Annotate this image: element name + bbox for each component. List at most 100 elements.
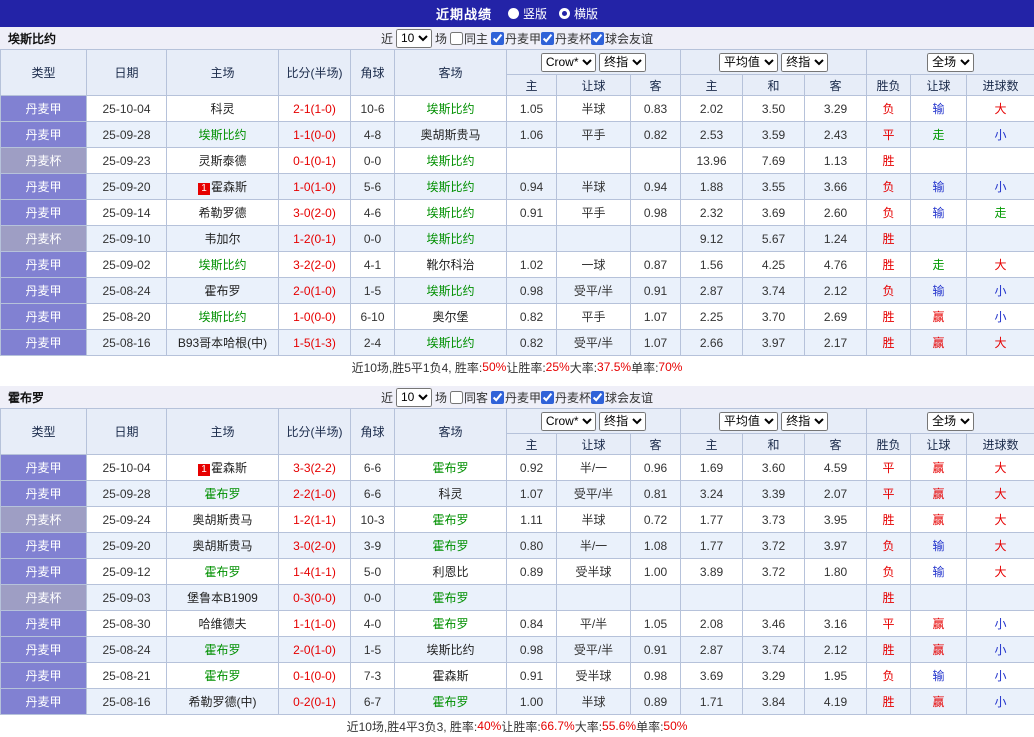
league-checkbox[interactable]: 球会友谊	[591, 30, 653, 47]
team-link[interactable]: 霍布罗	[204, 487, 240, 501]
same-side-checkbox[interactable]: 同客	[450, 389, 488, 406]
team-link[interactable]: 埃斯比约	[198, 258, 246, 272]
same-side-checkbox-input[interactable]	[450, 391, 463, 404]
team-link[interactable]: 埃斯比约	[198, 310, 246, 324]
team-link[interactable]: 埃斯比约	[426, 180, 474, 194]
odds-stage-select[interactable]: 终指	[599, 412, 646, 431]
team-link[interactable]: 希勒罗德	[198, 206, 246, 220]
col-corner: 角球	[351, 50, 395, 96]
home-team-cell: 埃斯比约	[167, 252, 279, 278]
team-link[interactable]: 霍森斯	[211, 461, 247, 475]
league-checkbox[interactable]: 丹麦杯	[541, 389, 591, 406]
team-link[interactable]: 利恩比	[432, 565, 468, 579]
odds-away-cell: 1.07	[631, 330, 681, 356]
team-link[interactable]: 霍布罗	[432, 591, 468, 605]
match-date: 25-08-24	[87, 637, 167, 663]
layout-radio-horizontal[interactable]: 横版	[559, 5, 598, 22]
avg-select[interactable]: 平均值	[719, 53, 778, 72]
team-link[interactable]: 靴尔科治	[426, 258, 474, 272]
handicap-result-cell: 赢	[911, 689, 967, 715]
result-cell: 负	[867, 533, 911, 559]
team-link[interactable]: 埃斯比约	[426, 284, 474, 298]
layout-radio-vertical[interactable]: 竖版	[508, 5, 547, 22]
league-checkbox-input[interactable]	[591, 32, 604, 45]
team-link[interactable]: 霍布罗	[432, 513, 468, 527]
team-link[interactable]: 霍森斯	[432, 669, 468, 683]
team-link[interactable]: B93哥本哈根(中)	[178, 336, 267, 350]
league-checkbox[interactable]: 球会友谊	[591, 389, 653, 406]
team-link[interactable]: 奥胡斯贵马	[192, 513, 252, 527]
league-checkbox-input[interactable]	[541, 32, 554, 45]
summary-line: 近10场,胜5平1负4, 胜率:50% 让胜率:25% 大率:37.5% 单率:…	[0, 356, 1034, 378]
team-link[interactable]: 霍布罗	[432, 695, 468, 709]
team-link[interactable]: 霍布罗	[432, 461, 468, 475]
summary-value: 55.6%	[602, 719, 636, 733]
result-cell: 胜	[867, 304, 911, 330]
odds-home-cell: 0.94	[507, 174, 557, 200]
avg-stage-select[interactable]: 终指	[781, 412, 828, 431]
match-date: 25-08-16	[87, 689, 167, 715]
scope-select[interactable]: 全场	[927, 53, 974, 72]
league-checkbox[interactable]: 丹麦杯	[541, 30, 591, 47]
team-link[interactable]: 科灵	[438, 487, 462, 501]
league-checkbox-input[interactable]	[491, 32, 504, 45]
bookmaker-select[interactable]: Crow*	[541, 412, 596, 431]
col-score: 比分(半场)	[279, 50, 351, 96]
bookmaker-select[interactable]: Crow*	[541, 53, 596, 72]
avg-away-cell: 3.66	[805, 174, 867, 200]
team-link[interactable]: 霍布罗	[204, 643, 240, 657]
avg-away-cell: 2.43	[805, 122, 867, 148]
odds-home-cell: 1.06	[507, 122, 557, 148]
league-checkbox[interactable]: 丹麦甲	[491, 30, 541, 47]
competition-type: 丹麦甲	[1, 611, 87, 637]
team-link[interactable]: 哈维德夫	[198, 617, 246, 631]
avg-away-cell: 1.95	[805, 663, 867, 689]
league-checkbox[interactable]: 丹麦甲	[491, 389, 541, 406]
titlebar: 近期战绩 竖版横版	[0, 0, 1034, 27]
team-link[interactable]: 灵斯泰德	[198, 154, 246, 168]
team-link[interactable]: 奥胡斯贵马	[420, 128, 480, 142]
team-link[interactable]: 霍布罗	[204, 284, 240, 298]
league-checkbox-input[interactable]	[491, 391, 504, 404]
team-link[interactable]: 科灵	[210, 102, 234, 116]
team-link[interactable]: 奥胡斯贵马	[192, 539, 252, 553]
avg-draw-cell: 3.72	[743, 559, 805, 585]
match-count-select[interactable]: 10	[396, 388, 432, 407]
league-checkbox-input[interactable]	[541, 391, 554, 404]
match-row: 丹麦甲25-09-20奥胡斯贵马3-0(2-0)3-9霍布罗0.80半/一1.0…	[1, 533, 1034, 559]
team-link[interactable]: 霍布罗	[432, 539, 468, 553]
team-link[interactable]: 希勒罗德(中)	[189, 695, 257, 709]
result-cell: 胜	[867, 689, 911, 715]
summary-value: 66.7%	[541, 719, 575, 733]
odds-home-cell: 1.11	[507, 507, 557, 533]
avg-stage-select[interactable]: 终指	[781, 53, 828, 72]
same-side-checkbox[interactable]: 同主	[450, 30, 488, 47]
team-link[interactable]: 埃斯比约	[426, 206, 474, 220]
team-link[interactable]: 霍森斯	[211, 180, 247, 194]
team-link[interactable]: 埃斯比约	[426, 154, 474, 168]
match-count-select[interactable]: 10	[396, 29, 432, 48]
team-link[interactable]: 堡鲁本B1909	[187, 591, 258, 605]
goals-result-cell: 大	[967, 481, 1034, 507]
team-link[interactable]: 埃斯比约	[426, 102, 474, 116]
result-cell: 负	[867, 559, 911, 585]
team-link[interactable]: 埃斯比约	[198, 128, 246, 142]
scope-select[interactable]: 全场	[927, 412, 974, 431]
league-checkbox-label: 丹麦甲	[505, 389, 541, 406]
team-link[interactable]: 埃斯比约	[426, 336, 474, 350]
team-link[interactable]: 霍布罗	[204, 565, 240, 579]
team-link[interactable]: 韦加尔	[204, 232, 240, 246]
summary-value: 25%	[546, 360, 570, 374]
team-link[interactable]: 埃斯比约	[426, 643, 474, 657]
avg-select[interactable]: 平均值	[719, 412, 778, 431]
team-link[interactable]: 霍布罗	[204, 669, 240, 683]
league-checkbox-input[interactable]	[591, 391, 604, 404]
team-link[interactable]: 霍布罗	[432, 617, 468, 631]
odds-home-cell: 1.05	[507, 96, 557, 122]
team-link[interactable]: 埃斯比约	[426, 232, 474, 246]
team-link[interactable]: 奥尔堡	[432, 310, 468, 324]
col-avg-draw: 和	[743, 75, 805, 96]
home-team-cell: 科灵	[167, 96, 279, 122]
odds-stage-select[interactable]: 终指	[599, 53, 646, 72]
same-side-checkbox-input[interactable]	[450, 32, 463, 45]
